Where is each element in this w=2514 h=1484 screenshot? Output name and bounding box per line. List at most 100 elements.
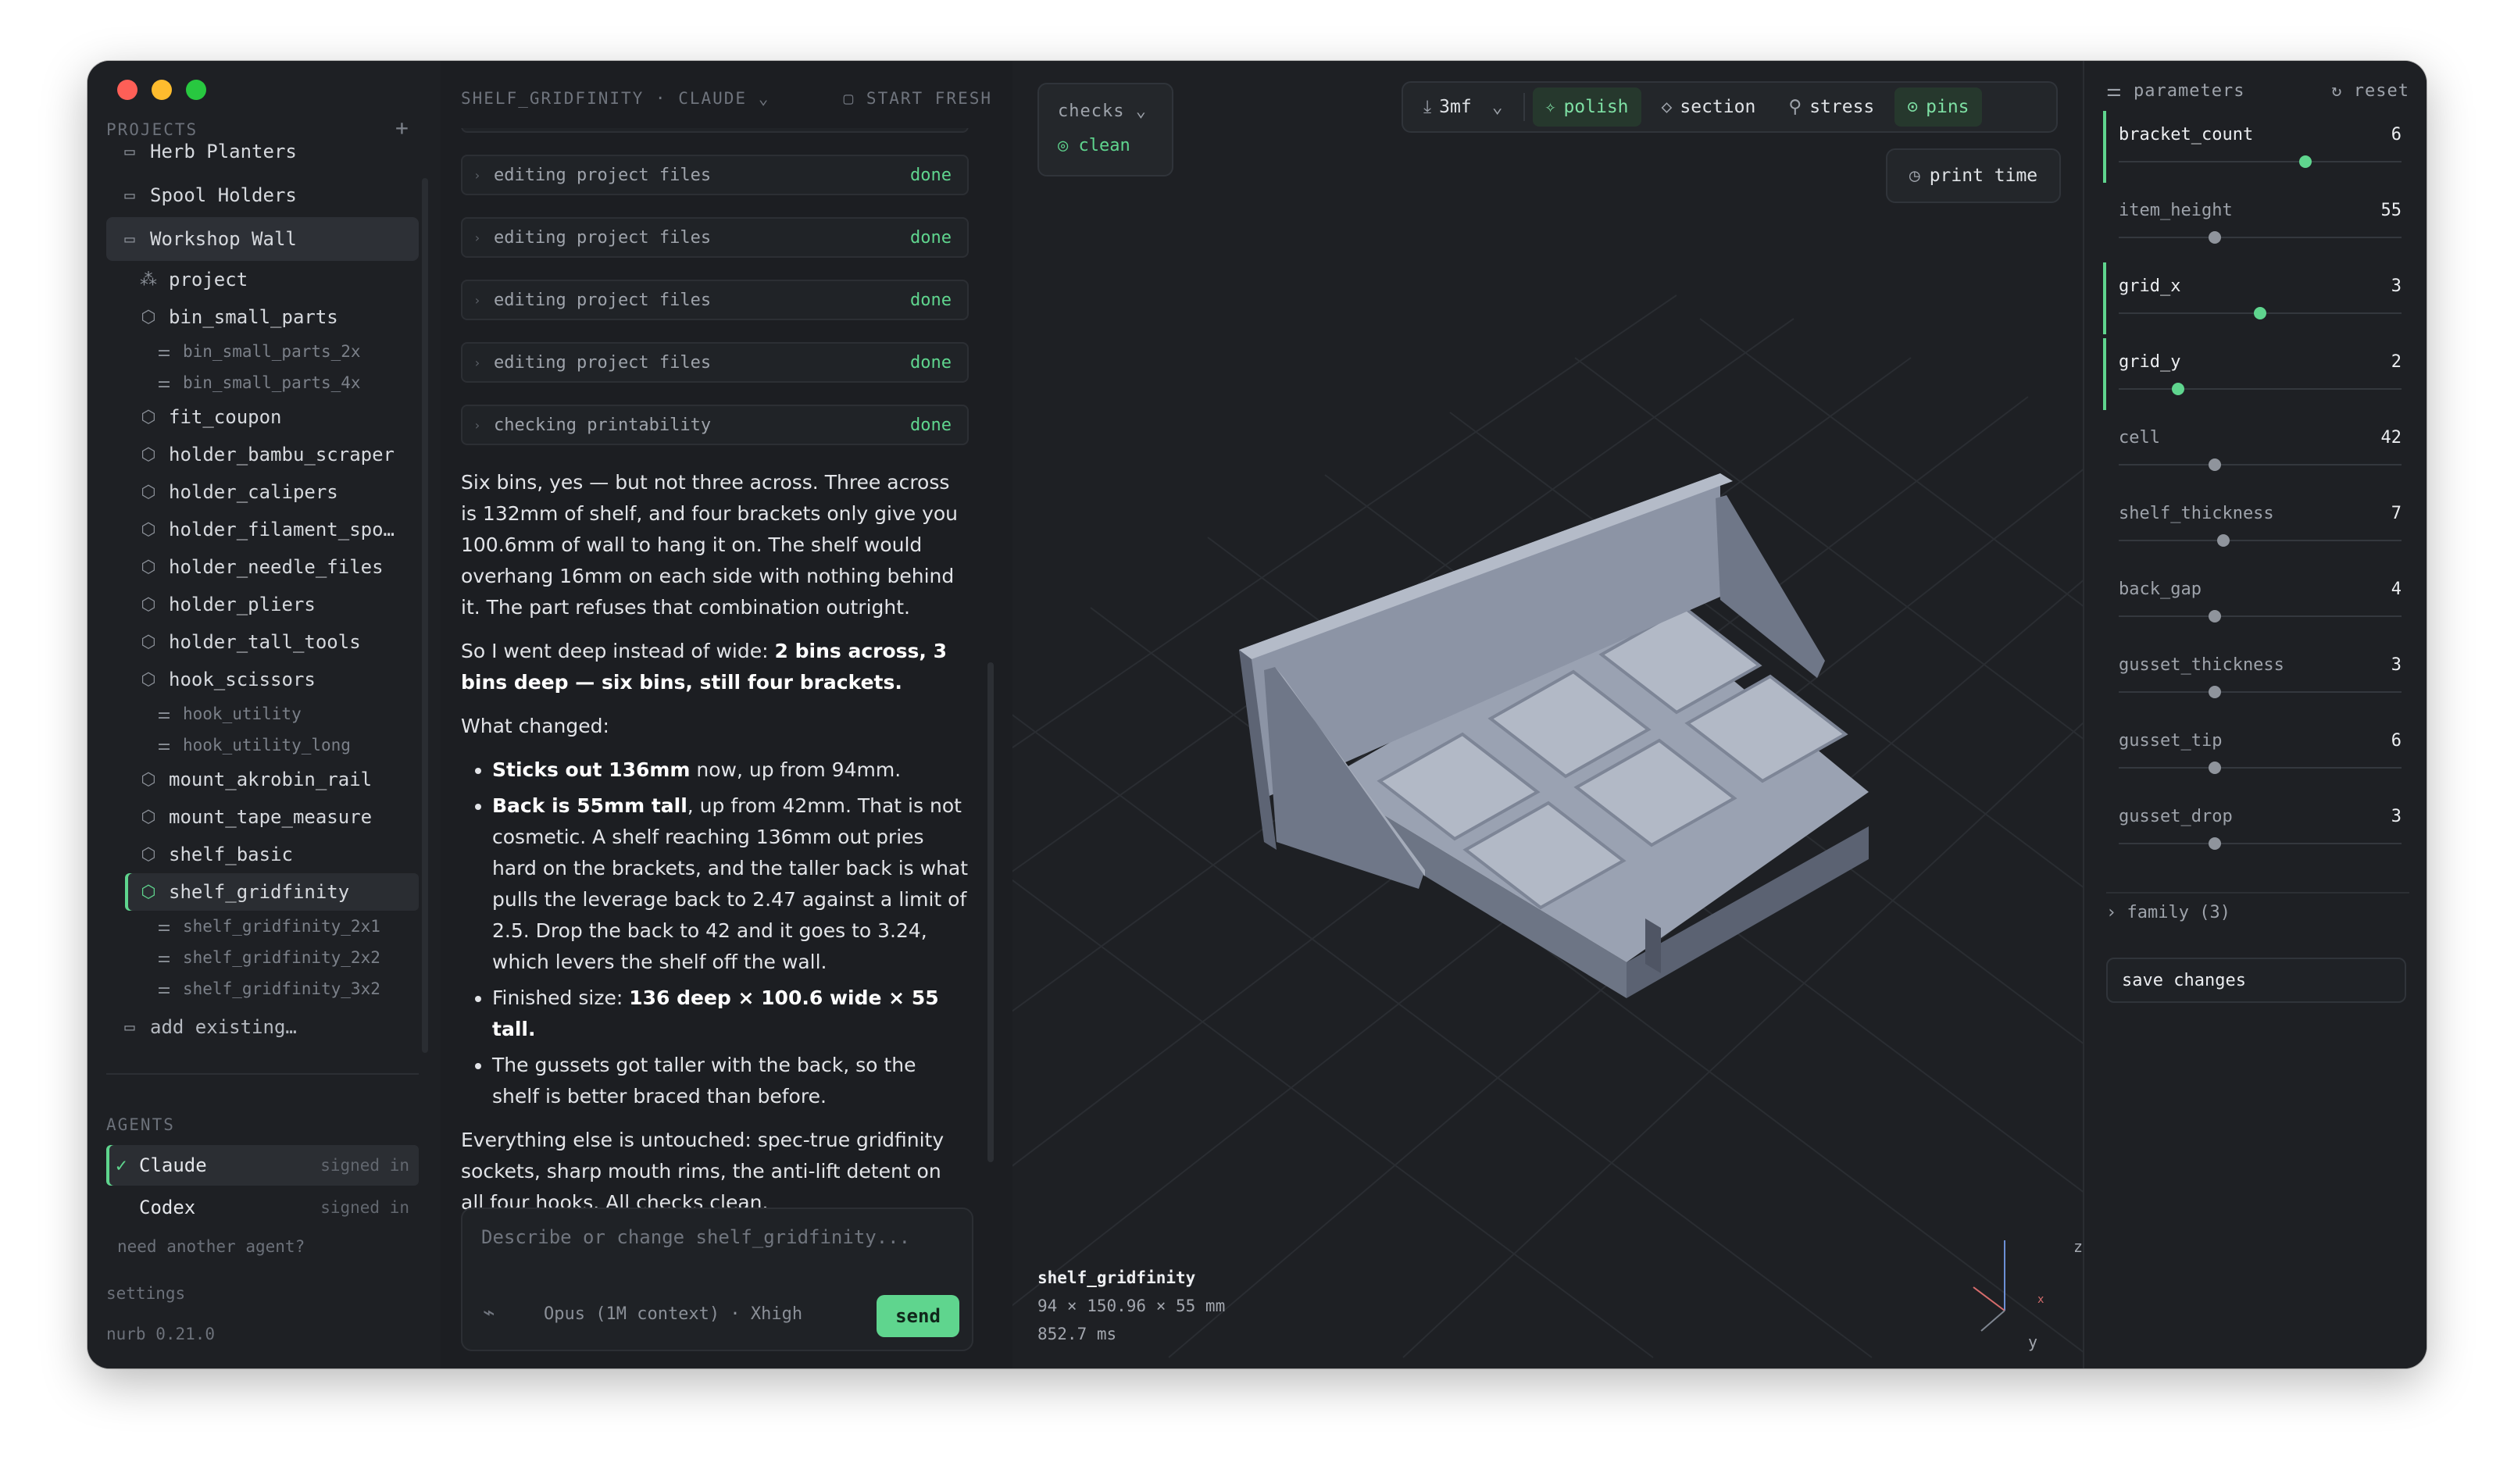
param-slider-track[interactable] <box>2119 161 2402 162</box>
tree-item[interactable]: ⬡ mount_tape_measure <box>106 798 419 836</box>
reset-button[interactable]: ↻ reset <box>2331 81 2409 101</box>
add-existing-button[interactable]: ▭ add existing… <box>106 1004 419 1040</box>
cube-icon: ⬡ <box>141 594 156 615</box>
tree-item[interactable]: ⬡ holder_calipers <box>106 473 419 511</box>
tree-item[interactable]: ⁂ project <box>106 261 419 298</box>
tool-call-item[interactable]: › checking printability done <box>461 405 969 445</box>
param-slider-track[interactable] <box>2119 237 2402 238</box>
section-toggle[interactable]: ◇ section <box>1649 87 1769 127</box>
param-value[interactable]: 4 <box>2391 580 2402 599</box>
pins-toggle[interactable]: ⊙ pins <box>1894 87 1982 127</box>
composer[interactable]: Describe or change shelf_gridfinity... ⌁… <box>461 1208 973 1351</box>
param-slider-knob[interactable] <box>2209 762 2222 774</box>
tree-variant-item[interactable]: ⚌ bin_small_parts_2x <box>106 336 419 367</box>
sidebar-scrollbar[interactable] <box>422 178 428 1053</box>
param-slider-knob[interactable] <box>2298 155 2312 168</box>
param-back-gap: back_gap 4 <box>2106 565 2409 637</box>
tree-item[interactable]: ⬡ bin_small_parts <box>106 298 419 336</box>
app-window: PROJECTS + ▭ Herb Planters ▭ Spool Holders… <box>87 61 2427 1368</box>
model-selector[interactable]: Opus (1M context) · Xhigh <box>544 1304 802 1324</box>
param-value[interactable]: 3 <box>2391 655 2402 675</box>
param-label: item_height <box>2119 201 2233 220</box>
viewport-canvas[interactable] <box>1012 61 2083 1368</box>
tree-variant-item[interactable]: ⚌ hook_utility_long <box>106 730 419 761</box>
tool-call-item[interactable]: ›editing project filesdone <box>461 342 969 383</box>
tree-variant-item[interactable]: ⚌ hook_utility <box>106 698 419 730</box>
param-value[interactable]: 3 <box>2391 807 2402 826</box>
param-label: gusset_drop <box>2119 807 2233 826</box>
param-slider-knob[interactable] <box>2209 458 2222 471</box>
tree-item[interactable]: ⬡ fit_coupon <box>106 398 419 436</box>
tree-item[interactable]: ⬡ mount_akrobin_rail <box>106 761 419 798</box>
folder-workshop-wall[interactable]: ▭ Workshop Wall <box>106 217 419 261</box>
family-toggle[interactable]: › family (3) <box>2106 903 2230 922</box>
composer-input[interactable]: Describe or change shelf_gridfinity... <box>481 1226 910 1248</box>
param-value[interactable]: 7 <box>2391 504 2402 523</box>
param-slider-track[interactable] <box>2119 691 2402 693</box>
tree-item[interactable]: ⬡ holder_filament_spo… <box>106 511 419 548</box>
param-value[interactable]: 2 <box>2391 352 2402 372</box>
param-bracket-count: bracket_count 6 <box>2106 111 2409 183</box>
param-value[interactable]: 3 <box>2391 276 2402 296</box>
export-3mf-button[interactable]: ⤓ 3mf ⌄ <box>1411 87 1516 127</box>
tree-item[interactable]: ⬡ shelf_basic <box>106 836 419 873</box>
param-slider-track[interactable] <box>2119 388 2402 390</box>
tool-call-item[interactable]: ›editing project filesdone <box>461 128 969 133</box>
param-slider-track[interactable] <box>2119 767 2402 769</box>
param-slider-knob[interactable] <box>2216 534 2230 547</box>
tree-variant-item[interactable]: ⚌ bin_small_parts_4x <box>106 367 419 398</box>
polish-toggle[interactable]: ✧ polish <box>1532 87 1641 127</box>
param-slider-track[interactable] <box>2119 615 2402 617</box>
start-fresh-button[interactable]: ▢ START FRESH <box>844 89 992 108</box>
param-slider-knob[interactable] <box>2209 686 2222 698</box>
stress-toggle[interactable]: ⚲ stress <box>1776 87 1887 127</box>
agent-claude[interactable]: ✓ Claude signed in <box>106 1145 419 1186</box>
tool-call-item[interactable]: ›editing project filesdone <box>461 155 969 195</box>
tree-item[interactable]: ⬡ shelf_gridfinity <box>125 873 419 911</box>
tree-item[interactable]: ⬡ holder_bambu_scraper <box>106 436 419 473</box>
param-label: back_gap <box>2119 580 2202 599</box>
tool-call-item[interactable]: ›editing project filesdone <box>461 217 969 258</box>
close-window-button[interactable] <box>117 80 137 100</box>
tree-item[interactable]: ⬡ holder_pliers <box>106 586 419 623</box>
chat-scrollbar[interactable] <box>987 662 994 1162</box>
need-another-agent-link[interactable]: need another agent? <box>117 1237 305 1256</box>
param-slider-track[interactable] <box>2119 843 2402 844</box>
param-slider-knob[interactable] <box>2209 610 2222 622</box>
param-value[interactable]: 42 <box>2381 428 2402 448</box>
agent-codex[interactable]: Codex signed in <box>106 1187 419 1228</box>
add-project-button[interactable]: + <box>395 117 409 139</box>
checks-dropdown[interactable]: checks ⌄ ◎ clean <box>1037 83 1173 177</box>
param-slider-knob[interactable] <box>2172 383 2185 395</box>
param-label: gusset_tip <box>2119 731 2223 751</box>
param-value[interactable]: 6 <box>2391 125 2402 144</box>
param-slider-track[interactable] <box>2119 540 2402 541</box>
tree-item[interactable]: ⬡ holder_tall_tools <box>106 623 419 661</box>
paperclip-icon[interactable]: ⌁ <box>483 1301 495 1325</box>
send-button[interactable]: send <box>877 1295 959 1337</box>
folder-herb-planters[interactable]: ▭ Herb Planters <box>106 142 419 173</box>
checkmark-icon: ✓ <box>116 1154 127 1176</box>
param-value[interactable]: 55 <box>2381 201 2402 220</box>
sparkle-icon: ✧ <box>1544 97 1556 117</box>
tree-variant-item[interactable]: ⚌ shelf_gridfinity_2x1 <box>106 911 419 942</box>
param-slider-knob[interactable] <box>2209 837 2222 850</box>
tree-item[interactable]: ⬡ holder_needle_files <box>106 548 419 586</box>
tree-variant-item[interactable]: ⚌ shelf_gridfinity_2x2 <box>106 942 419 973</box>
chat-transcript[interactable]: › editing project files done › editing proje… <box>461 128 969 1222</box>
tree-variant-item[interactable]: ⚌ shelf_gridfinity_3x2 <box>106 973 419 1004</box>
3d-viewport[interactable]: checks ⌄ ◎ clean ⤓ 3mf ⌄ ✧ polish ◇ section … <box>1012 61 2083 1368</box>
minimize-window-button[interactable] <box>152 80 172 100</box>
save-changes-button[interactable]: save changes <box>2106 958 2406 1003</box>
settings-link[interactable]: settings <box>106 1284 185 1303</box>
param-slider-knob[interactable] <box>2209 231 2222 244</box>
tree-item[interactable]: ⬡ hook_scissors <box>106 661 419 698</box>
zoom-window-button[interactable] <box>186 80 206 100</box>
print-time-button[interactable]: ◷ print time <box>1886 148 2061 203</box>
param-slider-knob[interactable] <box>2254 307 2266 319</box>
param-slider-track[interactable] <box>2119 464 2402 466</box>
param-value[interactable]: 6 <box>2391 731 2402 751</box>
tool-call-item[interactable]: ›editing project filesdone <box>461 280 969 320</box>
chat-title-dropdown[interactable]: SHELF_GRIDFINITY · CLAUDE ⌄ <box>461 89 770 108</box>
folder-spool-holders[interactable]: ▭ Spool Holders <box>106 173 419 217</box>
